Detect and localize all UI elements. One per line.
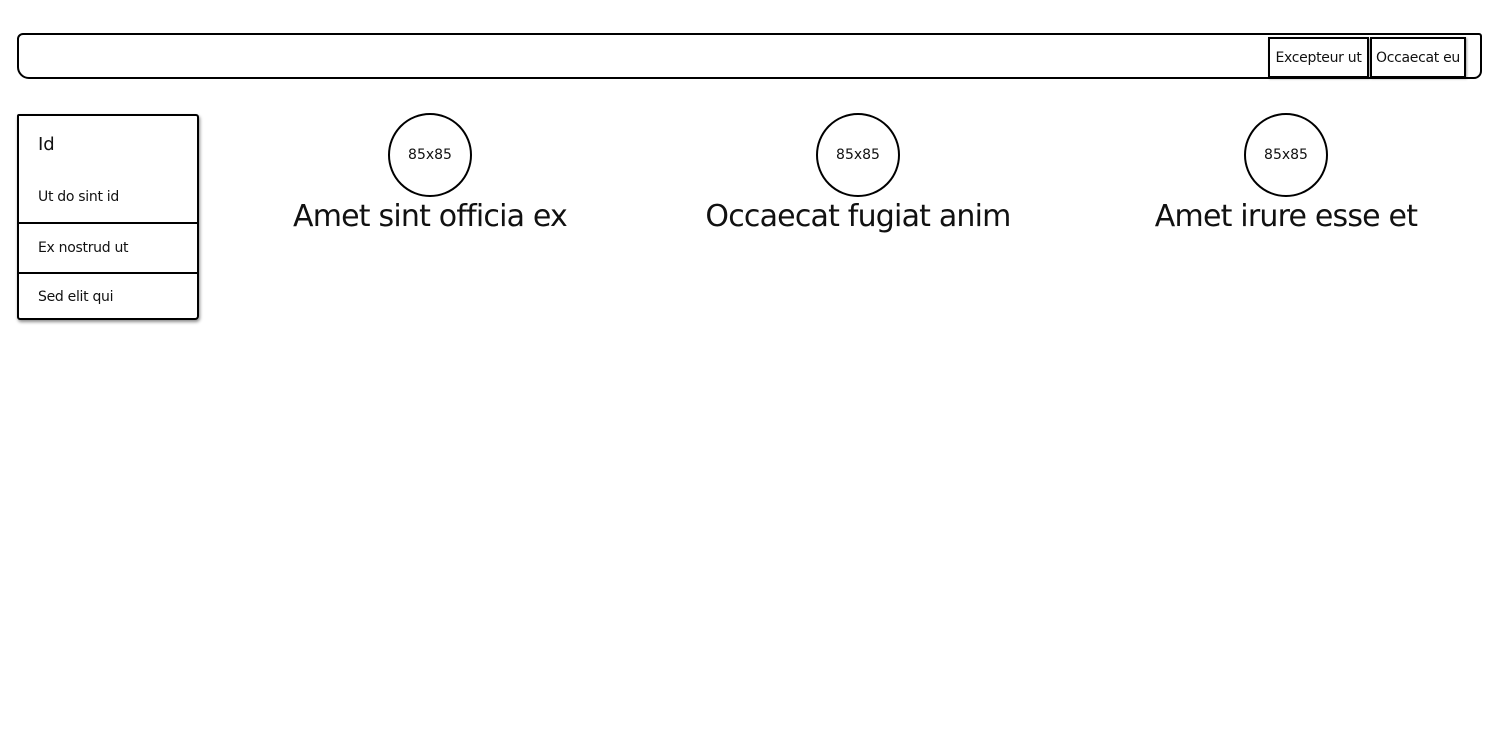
image-placeholder: 85x85 xyxy=(1244,113,1328,197)
sidebar-title: Id xyxy=(38,134,55,155)
feature-card: 85x85 Occaecat fugiat anim xyxy=(678,113,1038,235)
feature-card: 85x85 Amet sint officia ex xyxy=(250,113,610,235)
feature-title: Amet irure esse et xyxy=(1154,199,1418,234)
feature-card: 85x85 Amet irure esse et xyxy=(1106,113,1466,235)
sidebar-menu: Id Ut do sint id Ex nostrud ut Sed elit … xyxy=(17,114,199,320)
image-placeholder: 85x85 xyxy=(388,113,472,197)
sidebar-item-ex-nostrud-ut[interactable]: Ex nostrud ut xyxy=(19,222,197,272)
sidebar-item-sed-elit-qui[interactable]: Sed elit qui xyxy=(19,272,197,320)
feature-title: Amet sint officia ex xyxy=(292,199,568,234)
page: Excepteur ut Occaecat eu Id Ut do sint i… xyxy=(0,0,1500,752)
sidebar-item-ut-do-sint-id[interactable]: Ut do sint id xyxy=(19,172,197,222)
top-navbar: Excepteur ut Occaecat eu xyxy=(17,33,1482,79)
nav-button-occaecat[interactable]: Occaecat eu xyxy=(1370,37,1466,78)
nav-button-excepteur[interactable]: Excepteur ut xyxy=(1268,37,1369,78)
feature-title: Occaecat fugiat anim xyxy=(705,199,1011,234)
image-placeholder: 85x85 xyxy=(816,113,900,197)
